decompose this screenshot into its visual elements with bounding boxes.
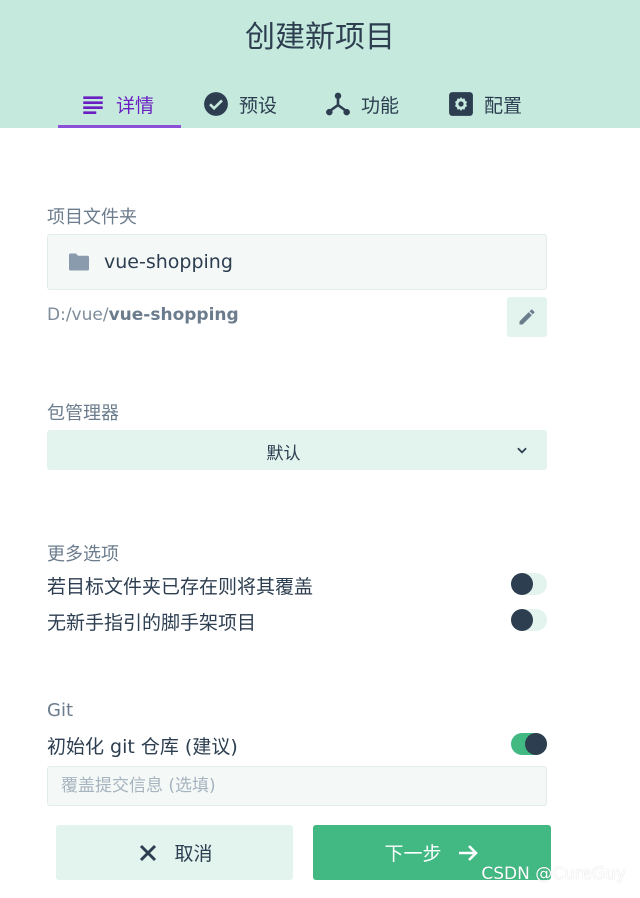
cancel-button-label: 取消 bbox=[174, 843, 213, 865]
page-title: 创建新项目 bbox=[245, 20, 395, 55]
pencil-icon bbox=[519, 309, 535, 325]
toggle-knob bbox=[511, 609, 533, 631]
project-folder-name: vue-shopping bbox=[104, 251, 233, 273]
fork-icon bbox=[326, 92, 350, 116]
list-icon bbox=[83, 96, 103, 114]
option-no-guide: 无新手指引的脚手架项目 bbox=[47, 605, 547, 635]
header: 创建新项目 详情 预设 功能 配置 bbox=[0, 0, 640, 128]
option-no-guide-label: 无新手指引的脚手架项目 bbox=[47, 612, 257, 634]
check-circle-icon bbox=[204, 92, 228, 116]
tab-bar: 详情 预设 功能 配置 bbox=[0, 80, 640, 128]
footer: 取消 下一步 bbox=[0, 806, 640, 898]
watermark: CSDN @CureGuy bbox=[481, 864, 626, 884]
package-manager-label: 包管理器 bbox=[47, 403, 119, 424]
project-path: D:/vue/vue-shopping bbox=[47, 305, 239, 325]
project-folder-label: 项目文件夹 bbox=[47, 207, 137, 228]
tab-features[interactable]: 功能 bbox=[325, 80, 399, 128]
git-label: Git bbox=[47, 700, 74, 721]
git-init-toggle[interactable] bbox=[511, 733, 547, 755]
tab-presets-label: 预设 bbox=[239, 94, 278, 117]
arrow-right-icon bbox=[458, 844, 478, 861]
cancel-button[interactable]: 取消 bbox=[56, 825, 293, 880]
tab-config-label: 配置 bbox=[484, 94, 523, 117]
option-git-init: 初始化 git 仓库 (建议) bbox=[47, 729, 547, 759]
chevron-down-icon bbox=[517, 447, 527, 454]
edit-path-button[interactable] bbox=[507, 297, 547, 337]
tab-features-label: 功能 bbox=[361, 94, 400, 117]
commit-message-input[interactable] bbox=[47, 766, 547, 806]
gear-icon bbox=[449, 92, 473, 116]
tab-details-label: 详情 bbox=[116, 94, 155, 117]
tab-details[interactable]: 详情 bbox=[80, 80, 154, 128]
active-tab-indicator bbox=[58, 125, 181, 128]
close-icon bbox=[140, 844, 157, 861]
package-manager-value: 默认 bbox=[266, 444, 301, 464]
more-options-label: 更多选项 bbox=[47, 544, 119, 565]
project-path-name: vue-shopping bbox=[108, 305, 239, 325]
toggle-knob bbox=[511, 573, 533, 595]
no-guide-toggle[interactable] bbox=[511, 609, 547, 631]
tab-config[interactable]: 配置 bbox=[448, 80, 522, 128]
project-folder-field[interactable]: vue-shopping bbox=[47, 234, 547, 290]
project-path-prefix: D:/vue/ bbox=[47, 305, 109, 325]
overwrite-toggle[interactable] bbox=[511, 573, 547, 595]
folder-icon bbox=[69, 253, 89, 271]
next-button-label: 下一步 bbox=[384, 843, 442, 865]
package-manager-select[interactable]: 默认 bbox=[47, 430, 547, 470]
toggle-knob bbox=[525, 733, 547, 755]
option-overwrite-label: 若目标文件夹已存在则将其覆盖 bbox=[47, 576, 314, 598]
git-init-label: 初始化 git 仓库 (建议) bbox=[47, 736, 238, 758]
option-overwrite: 若目标文件夹已存在则将其覆盖 bbox=[47, 569, 547, 599]
tab-presets[interactable]: 预设 bbox=[203, 80, 277, 128]
